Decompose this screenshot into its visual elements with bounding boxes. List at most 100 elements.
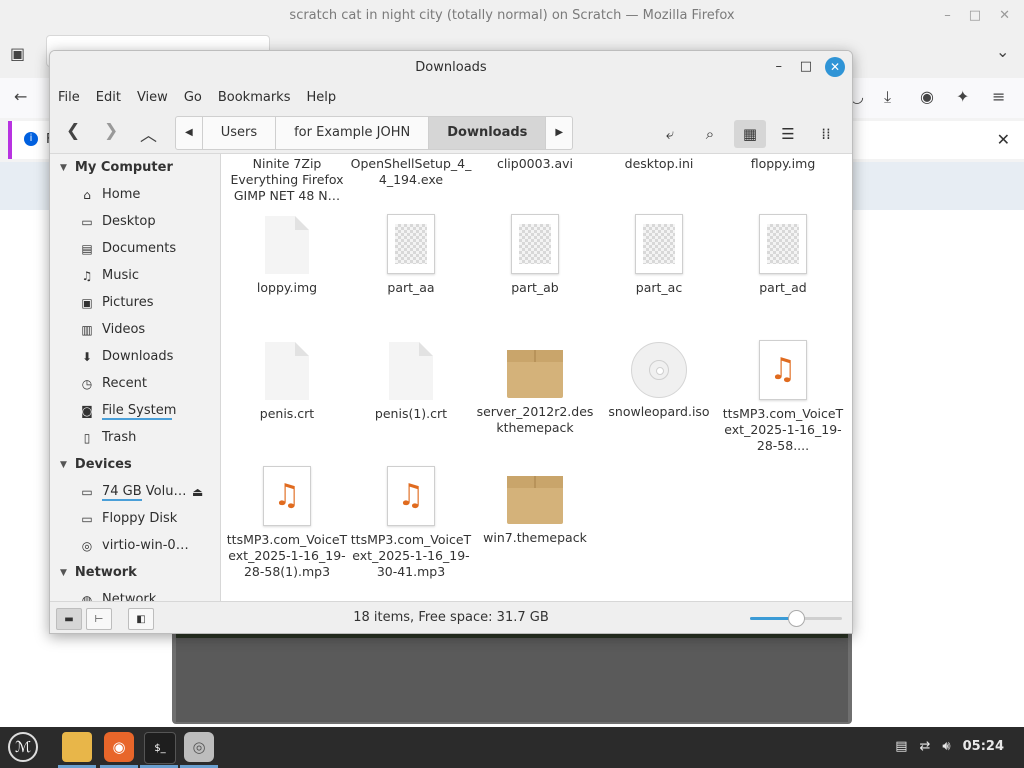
firefox-menu-icon[interactable]: ≡: [992, 87, 1005, 106]
clock[interactable]: 05:24: [963, 739, 1004, 754]
file-item[interactable]: part_ad: [721, 214, 845, 296]
audio-file-icon: ♫: [759, 340, 807, 400]
sidebar-header-network[interactable]: ▼ Network: [50, 559, 220, 586]
usage-bar: [102, 499, 142, 501]
firefox-maximize-icon[interactable]: □: [969, 8, 981, 23]
breadcrumb-user[interactable]: for Example JOHN: [276, 117, 430, 149]
sidebar-item-file-system[interactable]: ◙ File System: [50, 397, 220, 424]
file-item[interactable]: penis(1).crt: [349, 342, 473, 422]
file-label: part_ac: [635, 280, 683, 295]
list-view-icon[interactable]: ☰: [772, 120, 804, 148]
file-item[interactable]: loppy.img: [225, 216, 349, 296]
breadcrumb-downloads[interactable]: Downloads: [429, 117, 547, 149]
file-label: penis.crt: [259, 406, 315, 421]
sidebar-header-devices[interactable]: ▼ Devices: [50, 451, 220, 478]
mint-menu-icon[interactable]: ℳ: [8, 732, 38, 762]
sidebar-header-label: Devices: [74, 457, 132, 472]
floppy-icon: ▭: [81, 511, 93, 526]
disc-app-icon[interactable]: ◎: [184, 732, 214, 762]
breadcrumb-users[interactable]: Users: [203, 117, 277, 149]
file-item[interactable]: win7.themepack: [473, 476, 597, 546]
file-label: clip0003.avi: [496, 156, 574, 171]
status-text: 18 items, Free space: 31.7 GB: [353, 610, 549, 625]
sidebar-item-music[interactable]: ♫ Music: [50, 262, 220, 289]
sidebar-item-desktop[interactable]: ▭ Desktop: [50, 208, 220, 235]
sidebar-item-home[interactable]: ⌂ Home: [50, 181, 220, 208]
window-titlebar: Downloads – □ ✕: [50, 51, 852, 84]
sidebar-item-trash[interactable]: ▯ Trash: [50, 424, 220, 451]
file-item[interactable]: part_aa: [349, 214, 473, 296]
icon-view-icon[interactable]: ▦: [734, 120, 766, 148]
firefox-tab-list-icon[interactable]: ⌄: [996, 42, 1009, 61]
firefox-minimize-icon[interactable]: –: [944, 8, 951, 23]
file-label: ttsMP3.com_VoiceText_2025-1-16_19-30-41.…: [350, 532, 472, 579]
sidebar-item-network[interactable]: ◍ Network: [50, 586, 220, 601]
drive-icon: ▭: [81, 484, 93, 499]
firefox-close-icon[interactable]: ✕: [999, 8, 1010, 23]
audio-file-icon: ♫: [263, 466, 311, 526]
sidebar-header-my-computer[interactable]: ▼ My Computer: [50, 154, 220, 181]
sidebar-item-floppy[interactable]: ▭ Floppy Disk: [50, 505, 220, 532]
file-item[interactable]: ♫ ttsMP3.com_VoiceText_2025-1-16_19-30-41…: [349, 466, 473, 580]
notes-icon[interactable]: ▤: [895, 739, 907, 754]
sidebar-item-downloads[interactable]: ⬇ Downloads: [50, 343, 220, 370]
up-icon[interactable]: ︿: [140, 121, 157, 146]
menu-go[interactable]: Go: [184, 90, 202, 105]
maximize-button[interactable]: □: [800, 59, 812, 74]
trash-icon: ▯: [83, 430, 91, 445]
file-item[interactable]: ♫ ttsMP3.com_VoiceText_2025-1-16_19-28-58…: [225, 466, 349, 580]
sidebar-item-virtio[interactable]: ◎ virtio-win-0…: [50, 532, 220, 559]
sidebar-item-documents[interactable]: ▤ Documents: [50, 235, 220, 262]
file-item[interactable]: OpenShellSetup_4_4_194.exe: [349, 156, 473, 188]
file-item[interactable]: penis.crt: [225, 342, 349, 422]
file-item[interactable]: part_ab: [473, 214, 597, 296]
firefox-tab-overview-icon[interactable]: ▣: [10, 44, 25, 63]
file-item[interactable]: Ninite 7Zip Everything Firefox GIMP NET …: [225, 156, 349, 204]
back-icon[interactable]: ❮: [66, 121, 80, 141]
file-item[interactable]: part_ac: [597, 214, 721, 296]
binary-file-icon: [759, 214, 807, 274]
videos-icon: ▥: [81, 322, 93, 337]
network-disconnected-icon[interactable]: ⇄: [920, 739, 931, 754]
toggle-location-icon[interactable]: ⤶: [654, 120, 686, 148]
file-label: penis(1).crt: [374, 406, 448, 421]
file-label: part_ab: [511, 280, 559, 295]
menu-file[interactable]: File: [58, 90, 80, 105]
menu-bookmarks[interactable]: Bookmarks: [218, 90, 291, 105]
minimize-button[interactable]: –: [776, 59, 783, 74]
file-item[interactable]: floppy.img: [721, 156, 845, 172]
home-icon: ⌂: [83, 187, 91, 202]
menu-view[interactable]: View: [137, 90, 168, 105]
zoom-slider-knob[interactable]: [788, 610, 805, 627]
documents-icon: ▤: [81, 241, 93, 256]
file-item[interactable]: server_2012r2.deskthemepack: [473, 350, 597, 436]
compact-view-icon[interactable]: ⁞⁞: [810, 120, 842, 148]
file-item[interactable]: desktop.ini: [597, 156, 721, 172]
firefox-extensions-icon[interactable]: ✦: [956, 87, 969, 106]
firefox-app-icon[interactable]: ◉: [104, 732, 134, 762]
sidebar-item-volume[interactable]: ▭ 74 GB Volu… ⏏: [50, 478, 220, 505]
file-item[interactable]: ♫ ttsMP3.com_VoiceText_2025-1-16_19-28-58…: [721, 340, 845, 454]
terminal-app-icon[interactable]: $_: [144, 732, 176, 764]
sidebar-item-pictures[interactable]: ▣ Pictures: [50, 289, 220, 316]
audio-file-icon: ♫: [387, 466, 435, 526]
firefox-downloads-icon[interactable]: ⤓: [884, 87, 891, 107]
firefox-account-icon[interactable]: ◉: [920, 87, 934, 106]
search-icon[interactable]: ⌕: [694, 120, 726, 148]
file-item[interactable]: clip0003.avi: [473, 156, 597, 172]
files-app-icon[interactable]: [62, 732, 92, 762]
breadcrumb-right-arrow-icon[interactable]: ▶: [546, 117, 572, 149]
notification-close-icon[interactable]: ✕: [997, 130, 1010, 149]
close-button[interactable]: ✕: [825, 57, 845, 77]
zoom-slider[interactable]: [750, 610, 842, 627]
volume-icon[interactable]: 🔊︎: [942, 739, 950, 754]
file-item[interactable]: snowleopard.iso: [597, 342, 721, 420]
breadcrumb-left-arrow-icon[interactable]: ◀: [176, 117, 203, 149]
menu-help[interactable]: Help: [306, 90, 336, 105]
sidebar-item-videos[interactable]: ▥ Videos: [50, 316, 220, 343]
firefox-back-icon[interactable]: ←: [14, 87, 27, 106]
forward-icon[interactable]: ❯: [104, 121, 118, 141]
eject-icon[interactable]: ⏏: [192, 485, 203, 499]
sidebar-item-recent[interactable]: ◷ Recent: [50, 370, 220, 397]
menu-edit[interactable]: Edit: [96, 90, 121, 105]
